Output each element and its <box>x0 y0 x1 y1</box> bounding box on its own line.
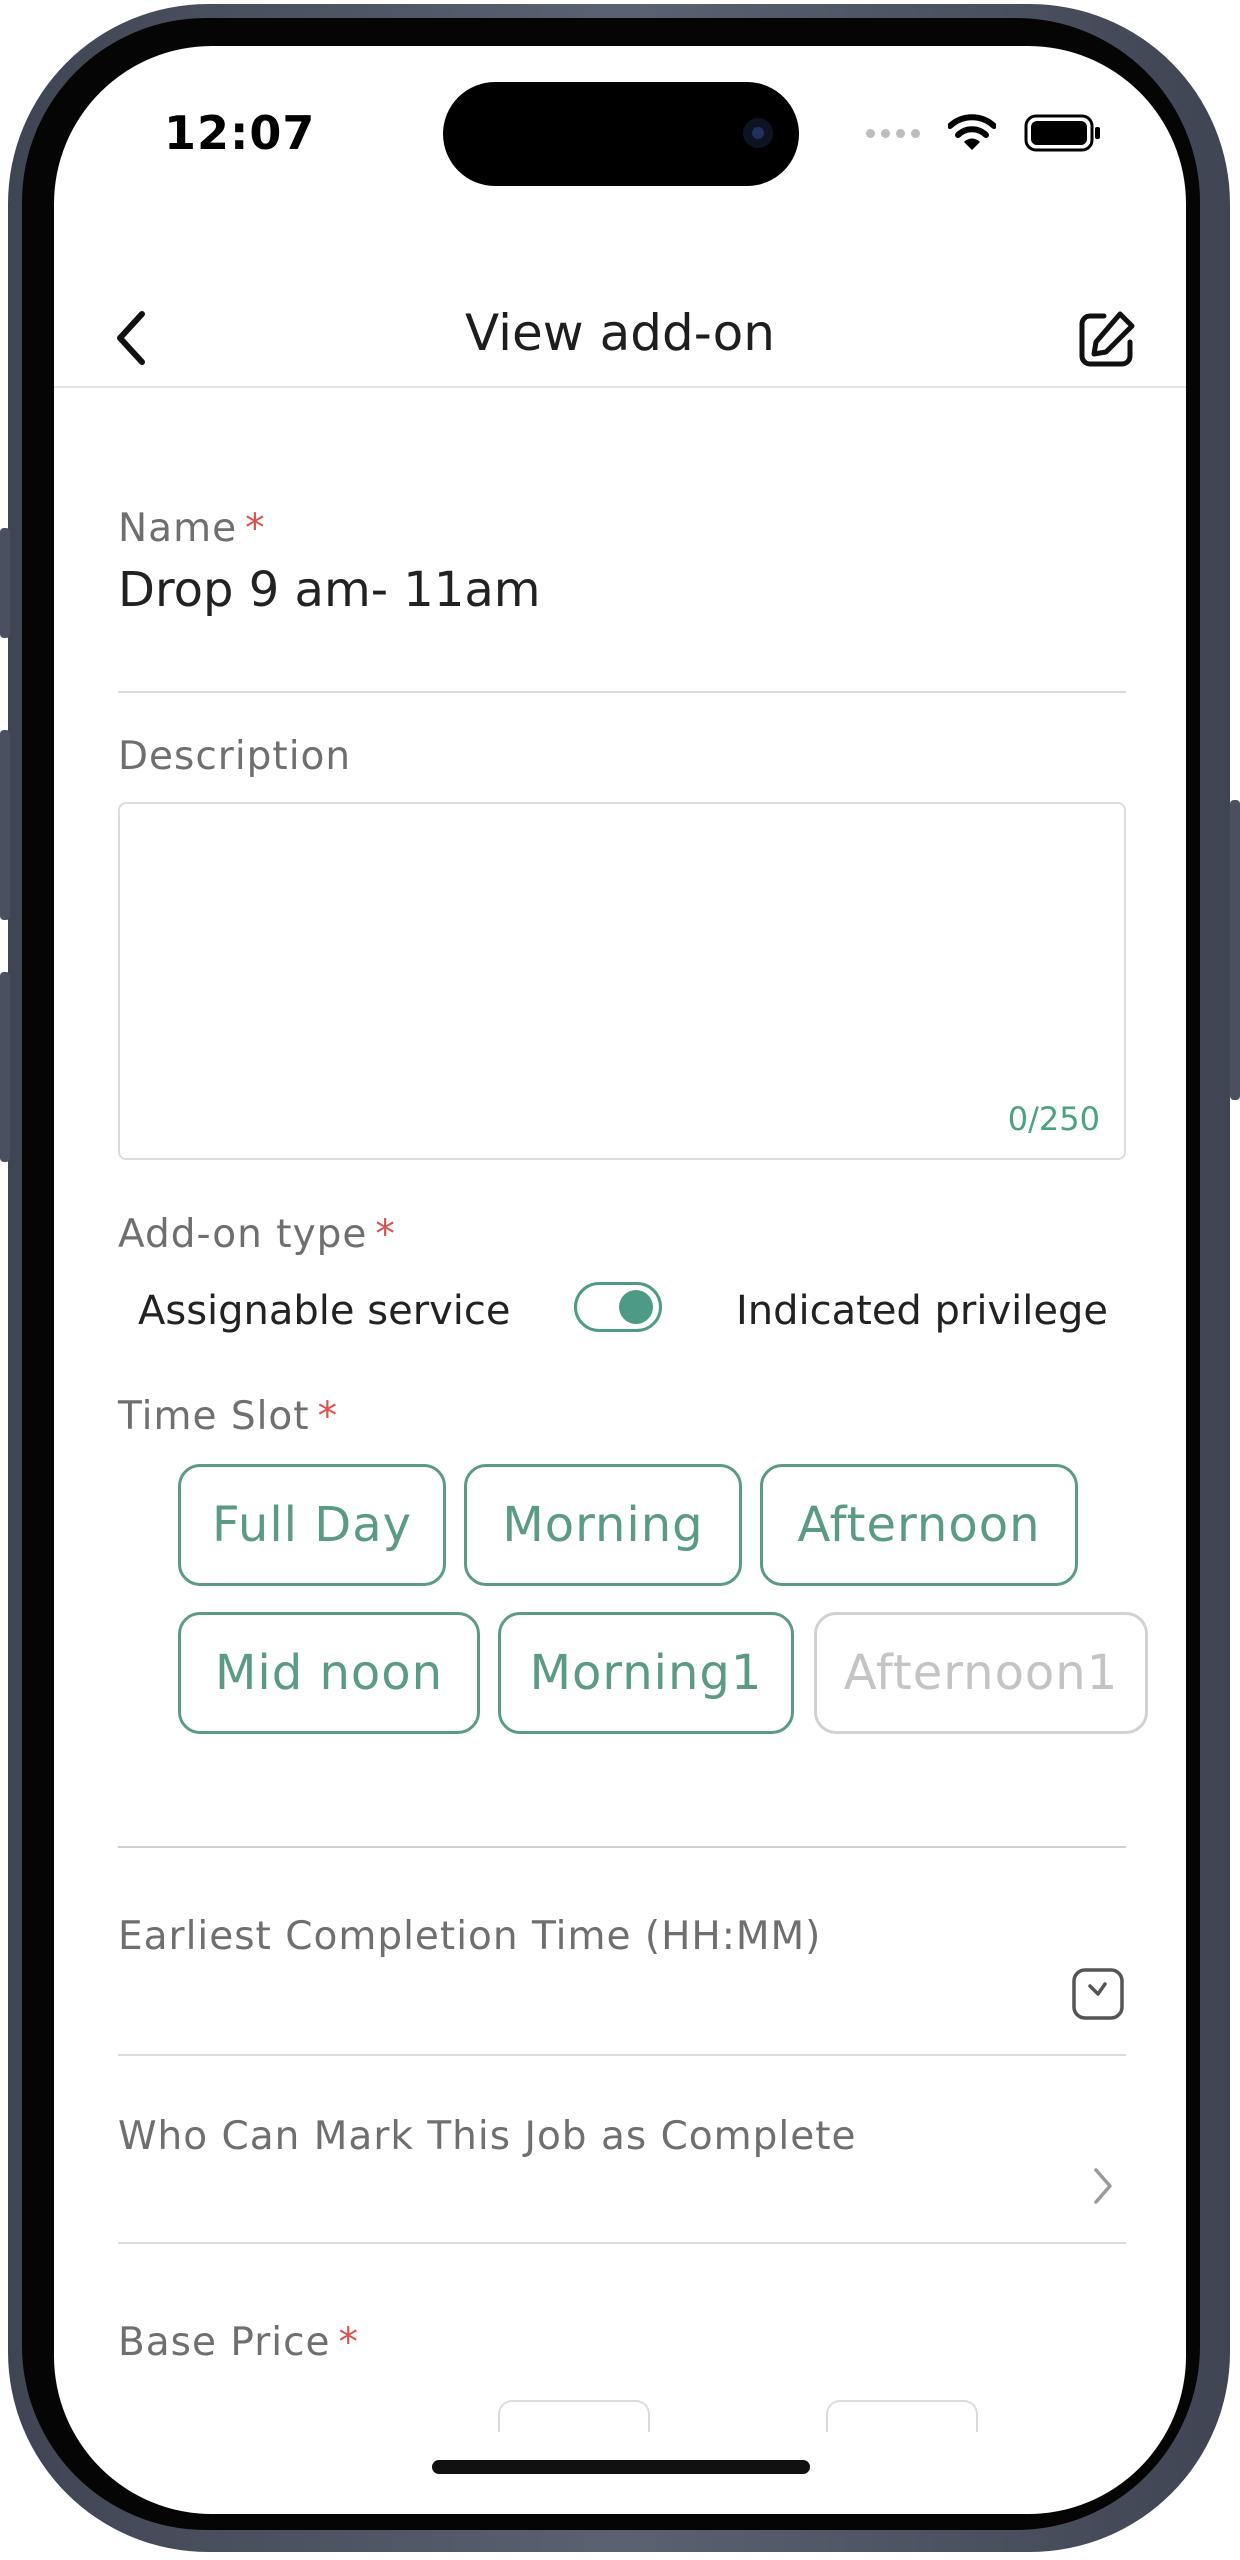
side-button-action <box>0 528 10 638</box>
indicated-privilege-option[interactable]: Indicated privilege <box>736 1288 1108 1334</box>
addon-type-label: Add-on type * <box>118 1212 396 1257</box>
chip-full-day[interactable]: Full Day <box>178 1464 446 1586</box>
dynamic-island <box>443 82 799 186</box>
battery-icon <box>1024 114 1100 152</box>
cellular-signal-icon <box>866 128 920 138</box>
chevron-right-icon[interactable] <box>1090 2166 1116 2206</box>
chip-afternoon1[interactable]: Afternoon1 <box>814 1612 1148 1734</box>
time-slot-chip-group: Full Day Morning Afternoon Mid noon Morn… <box>118 506 1148 1848</box>
side-button-power <box>1230 800 1240 1100</box>
chip-mid-noon[interactable]: Mid noon <box>178 1612 480 1734</box>
screen: 12:07 View add-on Name * Drop 9 am- 11am … <box>54 46 1186 2514</box>
name-label: Name * <box>118 506 266 551</box>
toggle-knob <box>619 1290 653 1324</box>
name-input-value: Drop 9 am- 11am <box>118 562 541 618</box>
camera-icon <box>743 118 773 148</box>
edit-icon[interactable] <box>1074 308 1138 372</box>
who-can-mark-label[interactable]: Who Can Mark This Job as Complete <box>118 2114 857 2159</box>
chip-morning[interactable]: Morning <box>464 1464 742 1586</box>
status-time: 12:07 <box>164 106 316 160</box>
wifi-icon <box>948 114 996 150</box>
home-indicator[interactable] <box>432 2460 810 2474</box>
clock-icon[interactable] <box>1072 1968 1124 2020</box>
base-price-input[interactable] <box>826 2400 978 2432</box>
chip-morning1[interactable]: Morning1 <box>498 1612 794 1734</box>
earliest-completion-divider <box>118 2054 1126 2056</box>
name-field[interactable]: Name * Drop 9 am- 11am <box>118 506 1126 693</box>
base-price-input[interactable] <box>498 2400 650 2432</box>
earliest-completion-label: Earliest Completion Time (HH:MM) <box>118 1914 822 1959</box>
addon-type-toggle[interactable] <box>574 1282 662 1332</box>
nav-bar: View add-on <box>54 256 1186 388</box>
side-button-volume-up <box>0 730 10 920</box>
side-button-volume-down <box>0 972 10 1162</box>
character-counter: 0/250 <box>1007 1100 1100 1138</box>
base-price-label: Base Price * <box>118 2320 360 2365</box>
assignable-service-option[interactable]: Assignable service <box>138 1288 511 1334</box>
status-icons <box>866 114 1102 152</box>
who-can-mark-divider <box>118 2242 1126 2244</box>
page-title: View add-on <box>465 304 775 362</box>
description-label: Description <box>118 734 352 779</box>
time-slot-label: Time Slot * <box>118 1394 339 1439</box>
addon-type-switch-row: Assignable service Indicated privilege <box>118 1282 1126 1342</box>
chip-afternoon[interactable]: Afternoon <box>760 1464 1078 1586</box>
description-textarea[interactable]: 0/250 <box>118 802 1126 1160</box>
